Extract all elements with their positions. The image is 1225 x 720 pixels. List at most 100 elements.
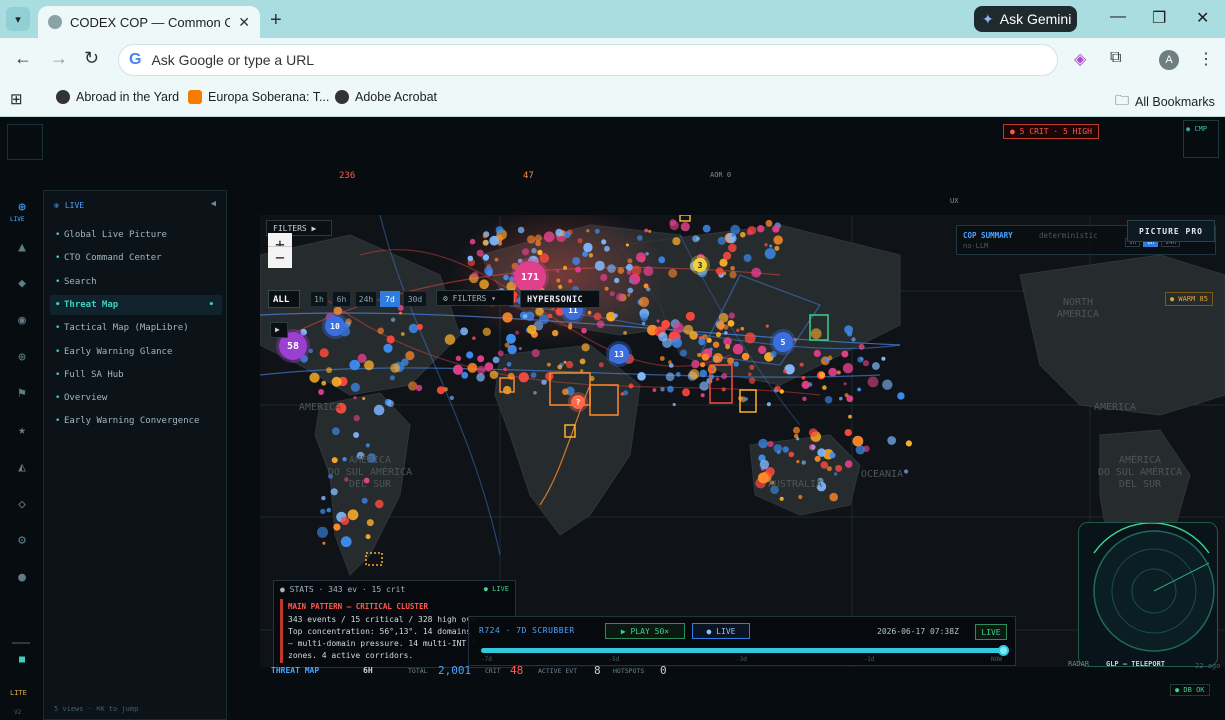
target-icon[interactable]: ◉ — [14, 313, 30, 328]
event-dot[interactable] — [801, 460, 806, 465]
event-dot[interactable] — [557, 364, 563, 370]
event-dot[interactable] — [472, 336, 476, 340]
event-dot[interactable] — [715, 331, 722, 338]
event-dot[interactable] — [365, 534, 371, 540]
event-dot[interactable] — [600, 273, 608, 282]
event-dot[interactable] — [353, 396, 357, 400]
globe-icon[interactable]: ⊕ — [14, 200, 30, 215]
event-dot[interactable] — [535, 240, 541, 247]
event-dot[interactable] — [782, 446, 789, 453]
event-dot[interactable] — [321, 380, 327, 386]
event-dot[interactable] — [641, 321, 646, 326]
event-dot[interactable] — [715, 377, 720, 381]
event-dot[interactable] — [773, 235, 783, 245]
zoom-out-button[interactable]: − — [268, 246, 292, 268]
event-dot[interactable] — [455, 355, 462, 361]
event-dot[interactable] — [482, 254, 490, 261]
event-dot[interactable] — [700, 393, 705, 398]
event-dot[interactable] — [764, 248, 776, 260]
warning-icon[interactable]: ◭ — [14, 460, 30, 475]
close-icon[interactable]: ✕ — [238, 14, 250, 31]
event-dot[interactable] — [489, 370, 499, 379]
diamond-icon[interactable]: ◆ — [14, 276, 30, 291]
event-dot[interactable] — [340, 536, 352, 548]
event-dot[interactable] — [744, 397, 748, 401]
event-dot[interactable] — [637, 372, 646, 381]
event-dot[interactable] — [635, 252, 646, 263]
event-dot[interactable] — [408, 323, 419, 334]
event-dot[interactable] — [671, 337, 682, 348]
scrubber-handle[interactable] — [998, 645, 1009, 656]
event-dot[interactable] — [867, 376, 879, 388]
bookmark-1[interactable]: Abroad in the Yard — [56, 90, 179, 104]
event-dot[interactable] — [623, 390, 629, 396]
event-dot[interactable] — [748, 372, 752, 376]
event-dot[interactable] — [758, 345, 767, 354]
event-dot[interactable] — [405, 351, 415, 361]
event-dot[interactable] — [331, 457, 338, 464]
event-dot[interactable] — [773, 444, 783, 453]
event-dot[interactable] — [543, 231, 555, 243]
event-dot[interactable] — [799, 362, 804, 367]
event-dot[interactable] — [697, 353, 702, 357]
event-dot[interactable] — [556, 278, 561, 283]
event-dot[interactable] — [689, 369, 700, 380]
event-dot[interactable] — [727, 320, 735, 327]
event-dot[interactable] — [596, 320, 605, 328]
event-dot[interactable] — [353, 414, 360, 422]
event-dot[interactable] — [887, 436, 897, 445]
event-dot[interactable] — [604, 286, 609, 291]
event-dot[interactable] — [717, 236, 726, 245]
event-dot[interactable] — [747, 226, 757, 235]
event-dot[interactable] — [713, 353, 723, 363]
event-dot[interactable] — [740, 231, 746, 238]
event-dot[interactable] — [375, 499, 384, 509]
event-dot[interactable] — [627, 287, 634, 294]
event-dot[interactable] — [593, 312, 602, 321]
event-dot[interactable] — [492, 356, 500, 364]
event-dot[interactable] — [389, 375, 395, 381]
back-button[interactable]: ← — [14, 48, 32, 69]
event-dot[interactable] — [541, 379, 547, 385]
event-dot[interactable] — [638, 296, 650, 308]
event-dot[interactable] — [700, 362, 706, 368]
event-dot[interactable] — [721, 387, 726, 392]
event-dot[interactable] — [744, 332, 756, 344]
event-dot[interactable] — [565, 360, 574, 369]
event-dot[interactable] — [736, 328, 740, 332]
event-dot[interactable] — [644, 228, 649, 233]
event-dot[interactable] — [607, 264, 616, 273]
reload-button[interactable]: ↻ — [84, 48, 99, 69]
event-dot[interactable] — [601, 239, 607, 245]
event-dot[interactable] — [813, 349, 821, 357]
event-dot[interactable] — [318, 389, 325, 395]
event-dot[interactable] — [712, 341, 720, 348]
event-dot[interactable] — [769, 244, 773, 248]
event-dot[interactable] — [824, 396, 833, 404]
event-dot[interactable] — [757, 225, 765, 233]
event-dot[interactable] — [471, 271, 479, 278]
event-dot[interactable] — [844, 393, 849, 398]
picture-pro-button[interactable]: PICTURE PRO — [1127, 220, 1215, 242]
time-range-chip[interactable]: 1h — [310, 291, 328, 307]
event-dot[interactable] — [897, 392, 905, 400]
address-bar[interactable]: G Ask Google or type a URL — [118, 44, 1058, 76]
event-dot[interactable] — [476, 249, 484, 257]
event-dot[interactable] — [765, 324, 769, 328]
event-dot[interactable] — [857, 387, 861, 392]
event-dot[interactable] — [844, 460, 853, 468]
event-dot[interactable] — [814, 455, 821, 462]
event-dot[interactable] — [537, 249, 543, 256]
event-dot[interactable] — [631, 265, 642, 276]
event-dot[interactable] — [839, 396, 843, 401]
event-dot[interactable] — [562, 388, 569, 396]
event-dot[interactable] — [685, 311, 695, 321]
ask-gemini-button[interactable]: ✦ Ask Gemini — [974, 6, 1077, 32]
cluster-marker[interactable]: 5 — [770, 329, 796, 355]
event-dot[interactable] — [669, 220, 679, 231]
event-dot[interactable] — [494, 257, 499, 262]
event-dot[interactable] — [467, 255, 474, 262]
event-dot[interactable] — [829, 452, 836, 459]
event-dot[interactable] — [751, 267, 762, 278]
event-dot[interactable] — [594, 228, 600, 234]
